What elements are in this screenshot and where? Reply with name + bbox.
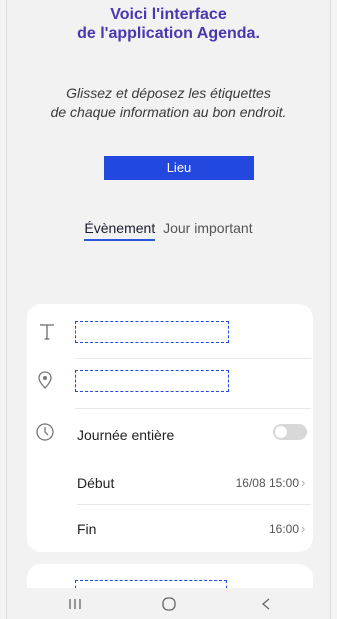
app-screen: Voici l'interface de l'application Agend… [6,0,331,619]
divider [75,408,311,409]
clock-icon [36,423,54,441]
draggable-tag-lieu[interactable]: Lieu [104,156,254,180]
end-value[interactable]: 16:00 [217,520,299,538]
chevron-right-icon: › [301,521,306,536]
instructions: Glissez et déposez les étiquettes de cha… [7,84,330,122]
text-t-icon [40,324,54,340]
instructions-line-2: de chaque information au bon endroit. [50,104,287,120]
event-form-card: Journée entière Début 16/08 15:00 › Fin … [27,304,313,552]
tab-evenement[interactable]: Évènement [84,219,156,241]
all-day-label: Journée entière [77,427,175,443]
location-pin-icon [38,371,52,389]
back-icon[interactable] [246,594,286,614]
page-title-line-2: de l'application Agenda. [77,25,260,42]
drop-zone-title[interactable] [75,321,229,343]
divider [75,358,311,359]
start-value[interactable]: 16/08 15:00 [217,474,299,492]
start-label: Début [77,475,115,491]
tab-jour-important[interactable]: Jour important [163,219,252,239]
system-nav-bar [7,588,330,619]
all-day-toggle[interactable] [273,424,307,440]
home-icon[interactable] [149,594,189,614]
toggle-knob [275,426,287,438]
chevron-right-icon: › [301,475,306,490]
page-title: Voici l'interface de l'application Agend… [7,5,330,43]
instructions-line-1: Glissez et déposez les étiquettes [66,85,271,101]
page-title-line-1: Voici l'interface [110,6,227,23]
recent-apps-icon[interactable] [55,594,95,614]
end-label: Fin [77,521,97,537]
drop-zone-location[interactable] [75,370,229,392]
tab-bar: Évènement Jour important [7,219,330,241]
divider [77,504,311,505]
